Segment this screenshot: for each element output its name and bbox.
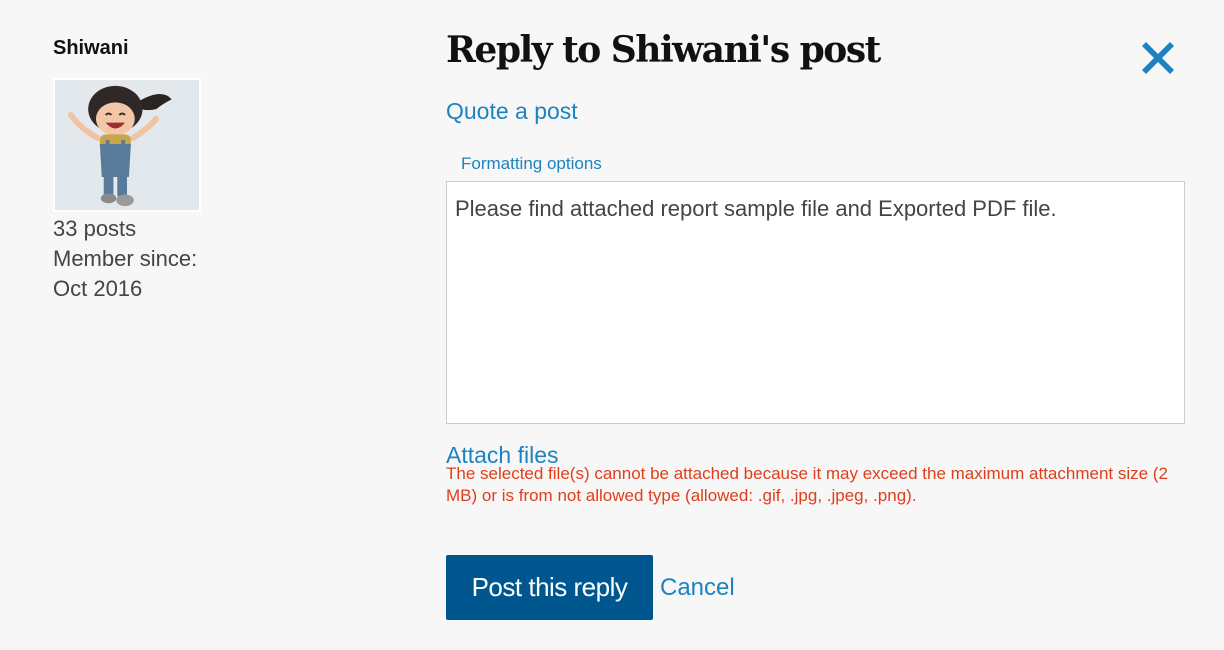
attachment-error-message: The selected file(s) cannot be attached … (446, 464, 1168, 505)
author-post-count: 33 posts (53, 216, 137, 241)
author-member-since-label: Member since: (53, 246, 198, 271)
formatting-options-link[interactable]: Formatting options (461, 153, 602, 175)
author-meta: 33 posts Member since: Oct 2016 (53, 214, 293, 304)
quote-post-link[interactable]: Quote a post (446, 96, 578, 126)
author-avatar[interactable] (53, 78, 201, 212)
post-reply-button[interactable]: Post this reply (446, 555, 653, 620)
reply-message-input[interactable] (446, 181, 1185, 424)
reply-title: Reply to Shiwani's post (446, 29, 881, 71)
cartoon-girl-avatar-icon (55, 80, 199, 210)
author-name[interactable]: Shiwani (53, 36, 293, 60)
close-button[interactable] (1136, 36, 1180, 80)
reply-page: Shiwani 33 posts Member since: Oct 2016 … (0, 0, 1224, 650)
author-profile: Shiwani 33 posts Member since: Oct 2016 (53, 36, 293, 304)
cancel-link[interactable]: Cancel (660, 573, 735, 603)
author-member-since-date: Oct 2016 (53, 276, 143, 301)
close-icon (1142, 42, 1174, 74)
